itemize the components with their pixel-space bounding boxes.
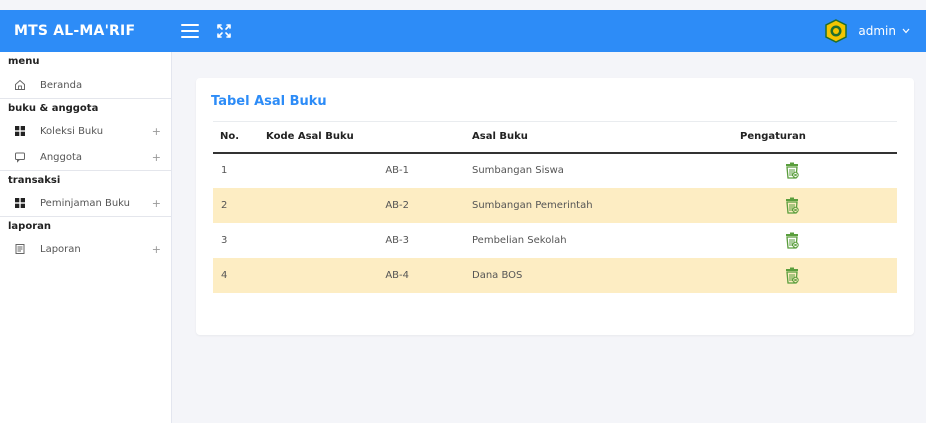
sidebar-item-peminjaman-buku[interactable]: Peminjaman Buku +: [0, 190, 171, 216]
sidebar-item-beranda[interactable]: Beranda: [0, 72, 171, 98]
cell-no: 4: [221, 269, 228, 281]
sidebar-item-label: Koleksi Buku: [40, 125, 104, 137]
report-icon: [15, 244, 25, 254]
chat-icon: [15, 152, 25, 163]
sidebar-section-buku-anggota: buku & anggota: [0, 98, 171, 118]
sidebar-item-laporan[interactable]: Laporan +: [0, 236, 171, 262]
table-row: 1 AB-1 Sumbangan Siswa: [213, 153, 897, 188]
cell-asal: Dana BOS: [472, 269, 523, 281]
cell-kode: AB-1: [385, 165, 409, 176]
cell-pengaturan: [736, 223, 897, 258]
sidebar-section-transaksi: transaksi: [0, 170, 171, 190]
table-row: 2 AB-2 Sumbangan Pemerintah: [213, 187, 897, 223]
column-header-no: No.: [220, 131, 240, 143]
sidebar-section-menu: menu: [8, 56, 40, 67]
cell-pengaturan: [736, 258, 897, 293]
cell-pengaturan: [736, 188, 897, 223]
sidebar-item-anggota[interactable]: Anggota +: [0, 144, 171, 170]
home-icon: [15, 79, 25, 90]
hamburger-menu-icon[interactable]: [181, 24, 199, 38]
asal-buku-table: No. Kode Asal Buku Asal Buku Pengaturan …: [213, 121, 897, 293]
trash-delete-icon[interactable]: [785, 232, 799, 249]
cell-kode: AB-4: [385, 269, 409, 281]
user-menu[interactable]: admin: [824, 19, 910, 43]
column-header-pengaturan: Pengaturan: [740, 131, 806, 143]
cell-asal: Sumbangan Pemerintah: [472, 199, 593, 211]
sidebar-item-label: Peminjaman Buku: [40, 197, 130, 209]
trash-delete-icon[interactable]: [785, 267, 799, 284]
top-bar: MTS AL-MA'RIF admin: [0, 10, 926, 52]
column-header-kode: Kode Asal Buku: [266, 131, 354, 143]
sidebar-item-label: Anggota: [40, 151, 83, 163]
fullscreen-icon[interactable]: [215, 22, 233, 40]
cell-kode: AB-3: [385, 234, 409, 246]
table-header-row: No. Kode Asal Buku Asal Buku Pengaturan: [213, 121, 897, 153]
expand-plus-icon[interactable]: +: [152, 151, 161, 164]
sidebar-item-koleksi-buku[interactable]: Koleksi Buku +: [0, 118, 171, 144]
grid-icon: [15, 198, 25, 208]
grid-icon: [15, 126, 25, 136]
expand-plus-icon[interactable]: +: [152, 125, 161, 138]
column-header-asal: Asal Buku: [472, 131, 528, 143]
page-title: Tabel Asal Buku: [211, 94, 327, 109]
cell-kode: AB-2: [385, 199, 409, 211]
brand-title[interactable]: MTS AL-MA'RIF: [0, 10, 165, 52]
sidebar-section-laporan: laporan: [0, 216, 171, 236]
table-row: 4 AB-4 Dana BOS: [213, 257, 897, 293]
trash-delete-icon[interactable]: [785, 197, 799, 214]
expand-plus-icon[interactable]: +: [152, 197, 161, 210]
sidebar-item-label: Beranda: [40, 79, 83, 91]
table-row: 3 AB-3 Pembelian Sekolah: [213, 223, 897, 258]
cell-no: 3: [221, 234, 228, 246]
cell-no: 2: [221, 199, 228, 211]
asal-buku-card: Tabel Asal Buku No. Kode Asal Buku Asal …: [196, 78, 914, 335]
trash-delete-icon[interactable]: [785, 162, 799, 179]
school-emblem-icon: [825, 19, 848, 43]
chevron-down-icon: [902, 28, 910, 34]
cell-no: 1: [221, 165, 228, 176]
sidebar-item-label: Laporan: [40, 243, 81, 255]
sidebar: menu Beranda buku & anggota Koleksi Buku…: [0, 52, 172, 423]
user-name: admin: [858, 24, 896, 38]
cell-pengaturan: [736, 153, 897, 188]
cell-asal: Sumbangan Siswa: [472, 165, 564, 176]
expand-plus-icon[interactable]: +: [152, 243, 161, 256]
cell-asal: Pembelian Sekolah: [472, 234, 567, 246]
